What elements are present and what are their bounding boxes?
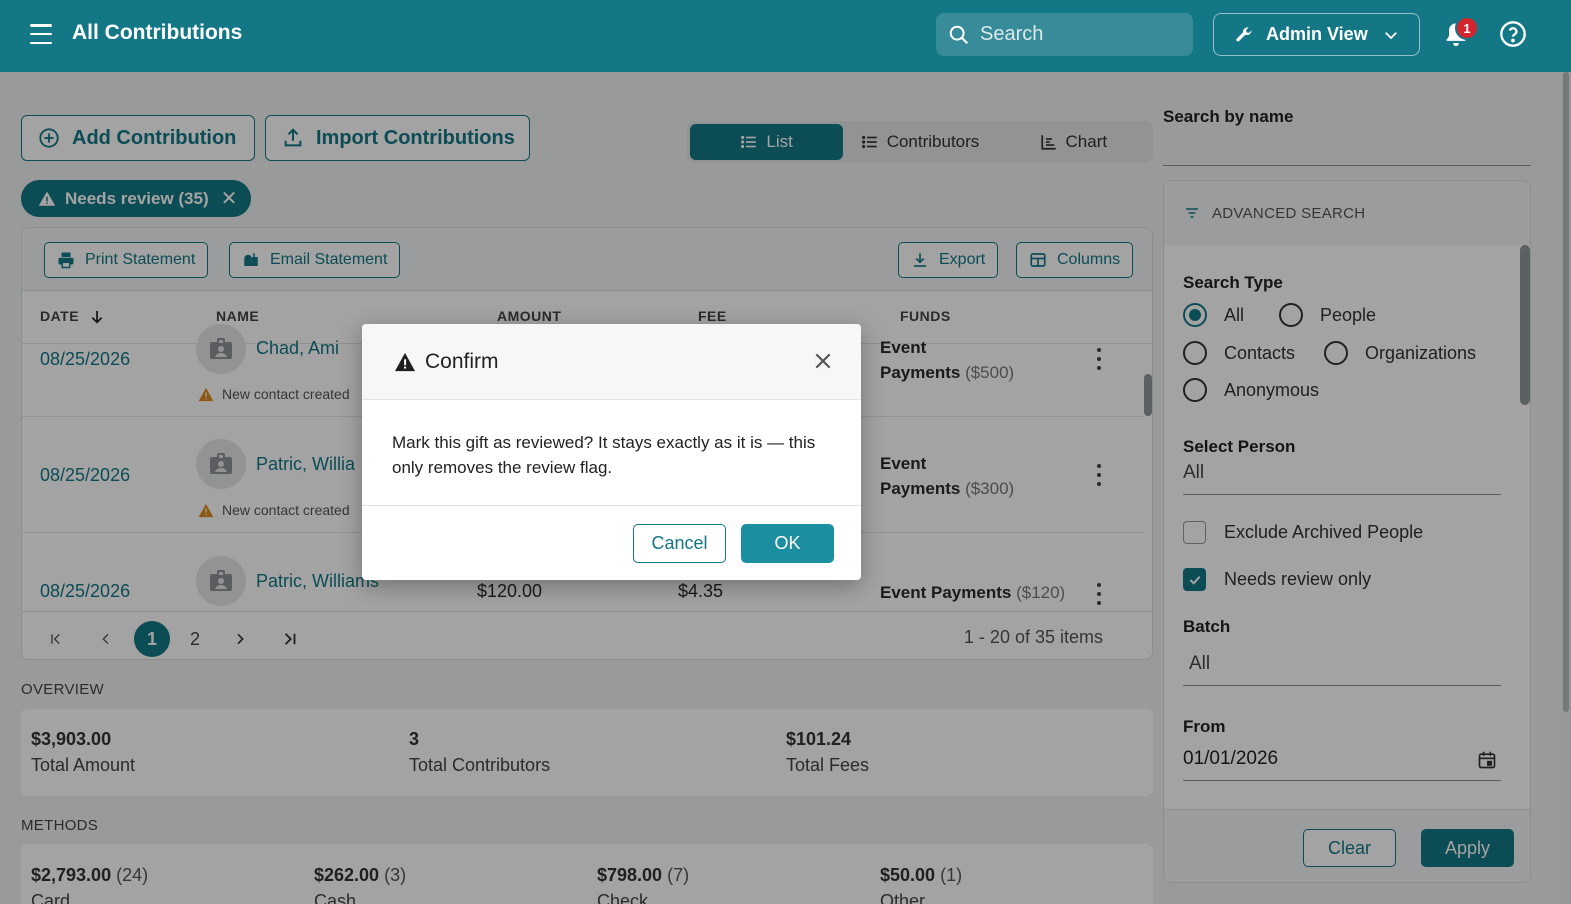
close-icon[interactable] [813,351,833,371]
dialog-message: Mark this gift as reviewed? It stays exa… [392,433,816,477]
hamburger-menu-icon[interactable] [30,24,52,44]
notification-badge: 1 [1455,16,1479,40]
admin-view-label: Admin View [1266,24,1368,44]
top-app-bar: All Contributions Admin View 1 [0,0,1571,72]
warning-icon [395,352,415,371]
dialog-footer: Cancel OK [362,505,861,580]
ok-button[interactable]: OK [741,524,834,563]
page-title: All Contributions [72,21,243,44]
dialog-header: Confirm [362,324,861,400]
cancel-button[interactable]: Cancel [633,524,726,563]
admin-view-dropdown[interactable]: Admin View [1213,13,1420,56]
global-search[interactable] [936,13,1193,56]
wrench-icon [1236,26,1252,41]
search-icon [949,25,968,44]
chevron-down-icon [1384,31,1397,39]
confirm-dialog: Confirm Mark this gift as reviewed? It s… [362,324,861,580]
help-icon[interactable] [1499,20,1527,48]
search-input[interactable] [980,23,1180,46]
dialog-title: Confirm [425,349,499,373]
